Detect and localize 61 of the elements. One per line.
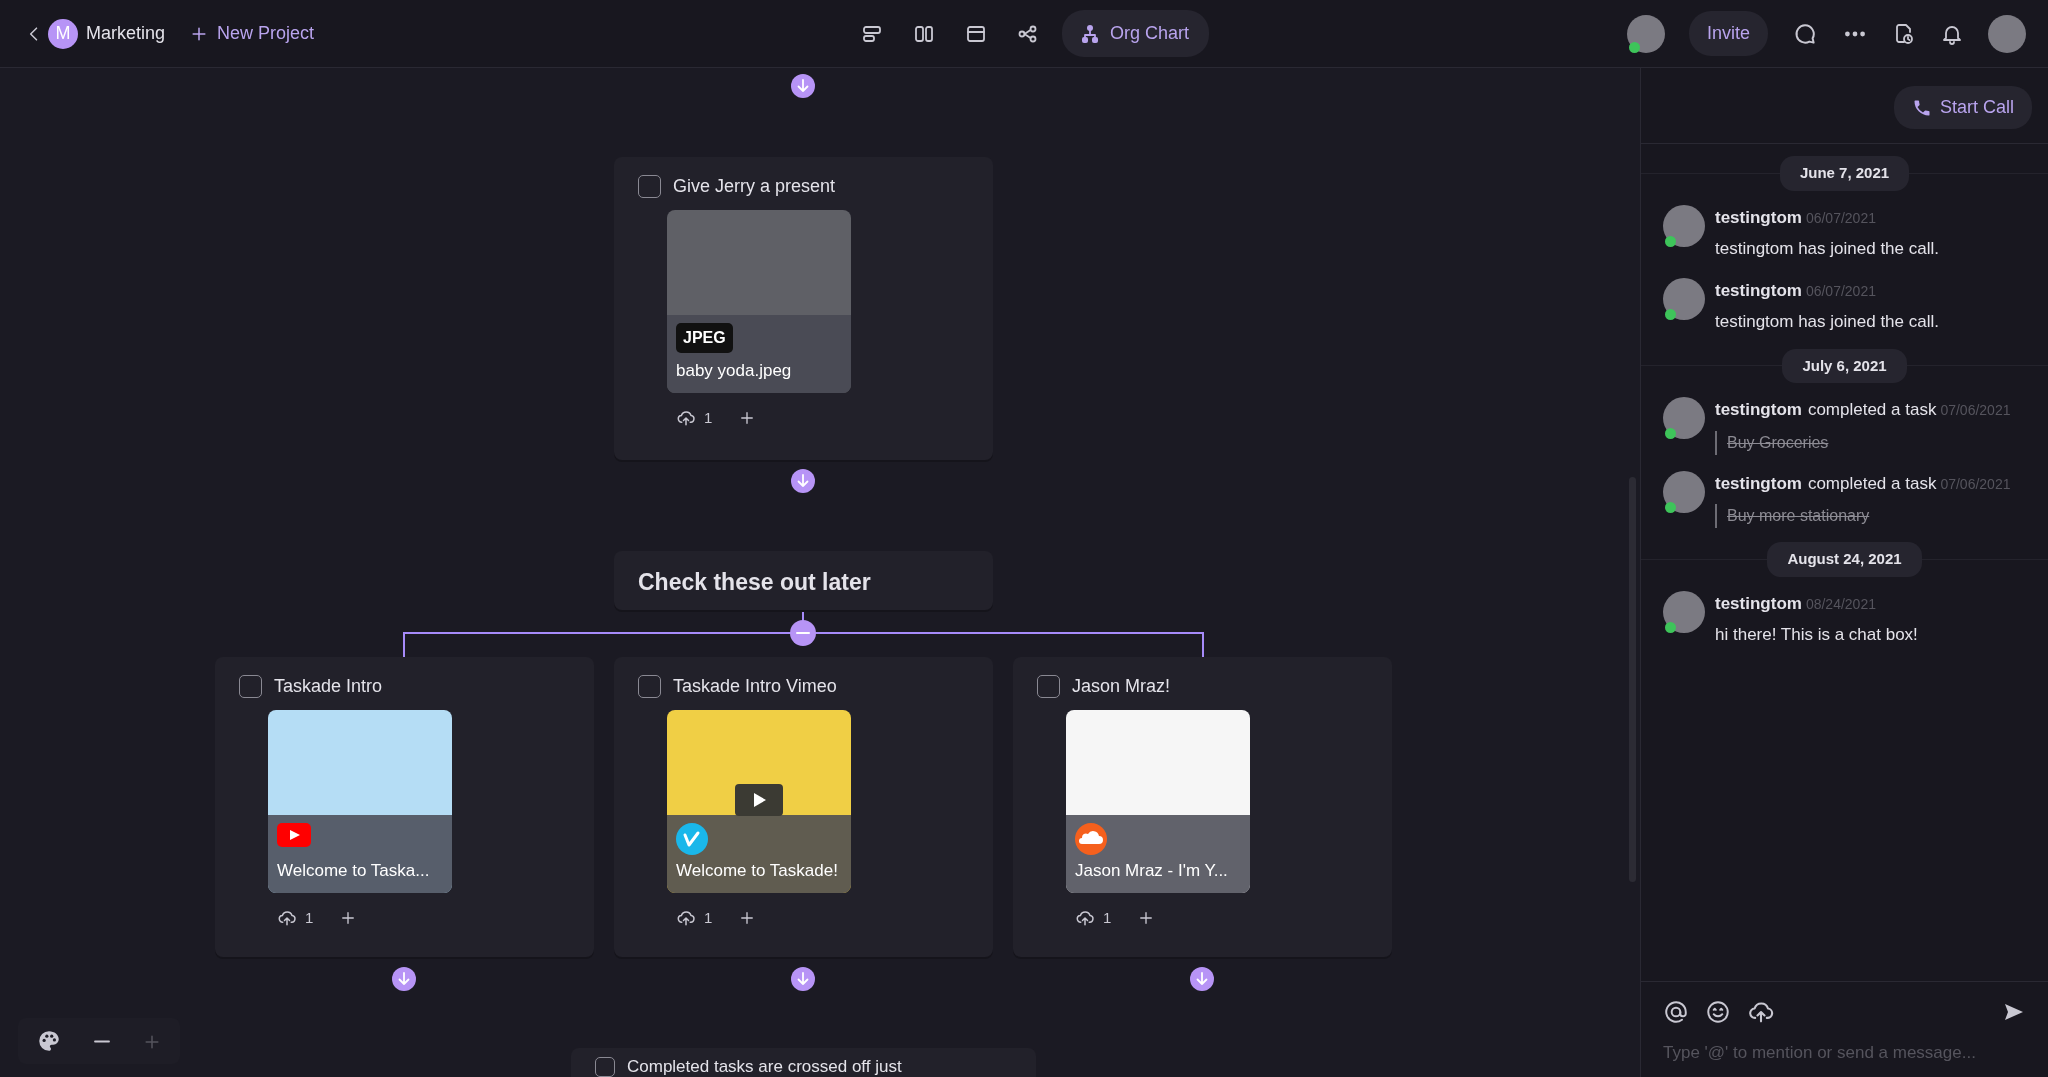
checkbox[interactable] bbox=[1037, 675, 1060, 698]
date-label: June 7, 2021 bbox=[1779, 156, 1910, 191]
task-title: Taskade Intro bbox=[274, 675, 383, 698]
video-logo-icon bbox=[676, 823, 708, 855]
checkbox[interactable] bbox=[638, 175, 661, 198]
view-tab[interactable]: Org Chart bbox=[1062, 10, 1210, 57]
attachment-caption: Jason Mraz - I'm Y... bbox=[1075, 859, 1228, 882]
at-icon[interactable] bbox=[1663, 998, 1689, 1025]
attachment-preview[interactable]: JPEG baby yoda.jpeg bbox=[667, 210, 851, 393]
attachment-preview[interactable]: Jason Mraz - I'm Y... bbox=[1066, 710, 1250, 893]
message-text: testingtom has joined the call. bbox=[1715, 238, 1939, 260]
message-time: 07/06/2021 bbox=[1940, 401, 2011, 420]
message-time: 06/07/2021 bbox=[1805, 208, 1876, 228]
upload-count[interactable]: 1 bbox=[676, 907, 713, 930]
section-heading: Check these out later bbox=[614, 551, 993, 610]
workspace-name[interactable]: Marketing bbox=[86, 20, 166, 47]
attachment-caption: Welcome to Taskade! bbox=[676, 859, 838, 882]
attachment-preview[interactable]: Welcome to Taskade! bbox=[667, 710, 851, 893]
message-action: completed a task bbox=[1807, 472, 1937, 495]
checkbox[interactable] bbox=[595, 1056, 615, 1077]
date-label: July 6, 2021 bbox=[1782, 348, 1907, 383]
completed-task: Buy Groceries bbox=[1715, 430, 2011, 455]
task-title: Completed tasks are crossed off just bbox=[627, 1056, 902, 1077]
task-title: Give Jerry a present bbox=[673, 175, 836, 198]
attachment-preview[interactable]: Welcome to Taska... bbox=[268, 710, 452, 893]
task-title: Taskade Intro Vimeo bbox=[673, 675, 837, 698]
task-title: Jason Mraz! bbox=[1072, 675, 1171, 698]
member-avatar[interactable] bbox=[1626, 14, 1665, 53]
message-author: testingtom bbox=[1715, 592, 1802, 615]
invite-button[interactable]: Invite bbox=[1688, 11, 1768, 56]
checkbox[interactable] bbox=[239, 675, 262, 698]
play-logo-icon bbox=[277, 823, 311, 847]
message-input[interactable]: Type '@' to mention or send a message... bbox=[1663, 1039, 2026, 1065]
message-text: hi there! This is a chat box! bbox=[1715, 624, 1918, 646]
upload-count[interactable]: 1 bbox=[676, 407, 713, 430]
message-author: testingtom bbox=[1715, 399, 1802, 421]
date-label: August 24, 2021 bbox=[1767, 542, 1922, 577]
minus-icon bbox=[94, 1040, 110, 1044]
message-author: testingtom bbox=[1715, 206, 1802, 229]
completed-task: Buy more stationary bbox=[1715, 504, 2011, 528]
cloud-logo-icon bbox=[1075, 823, 1107, 855]
smiley-icon[interactable] bbox=[1705, 998, 1731, 1025]
upload-count[interactable]: 1 bbox=[277, 907, 314, 930]
palette-icon bbox=[36, 1028, 62, 1054]
user-avatar[interactable] bbox=[1988, 14, 2026, 53]
message-action: completed a task bbox=[1807, 399, 1937, 421]
message-author: testingtom bbox=[1715, 279, 1802, 302]
message-time: 06/07/2021 bbox=[1805, 281, 1876, 301]
message-author: testingtom bbox=[1715, 472, 1802, 495]
upload-count[interactable]: 1 bbox=[1075, 907, 1112, 930]
collapse-icon[interactable] bbox=[790, 620, 816, 646]
new-project-button[interactable]: New Project bbox=[189, 20, 315, 47]
attachment-caption: Welcome to Taska... bbox=[277, 859, 430, 882]
message-time: 07/06/2021 bbox=[1940, 474, 2011, 494]
message-time: 08/24/2021 bbox=[1805, 594, 1876, 614]
attachment-caption: baby yoda.jpeg bbox=[676, 359, 792, 382]
start-call-button[interactable]: Start Call bbox=[1893, 86, 2032, 129]
checkbox[interactable] bbox=[638, 675, 661, 698]
file-type-label: JPEG bbox=[676, 323, 733, 353]
play-button-icon[interactable] bbox=[735, 784, 783, 816]
message-text: testingtom has joined the call. bbox=[1715, 311, 1939, 333]
